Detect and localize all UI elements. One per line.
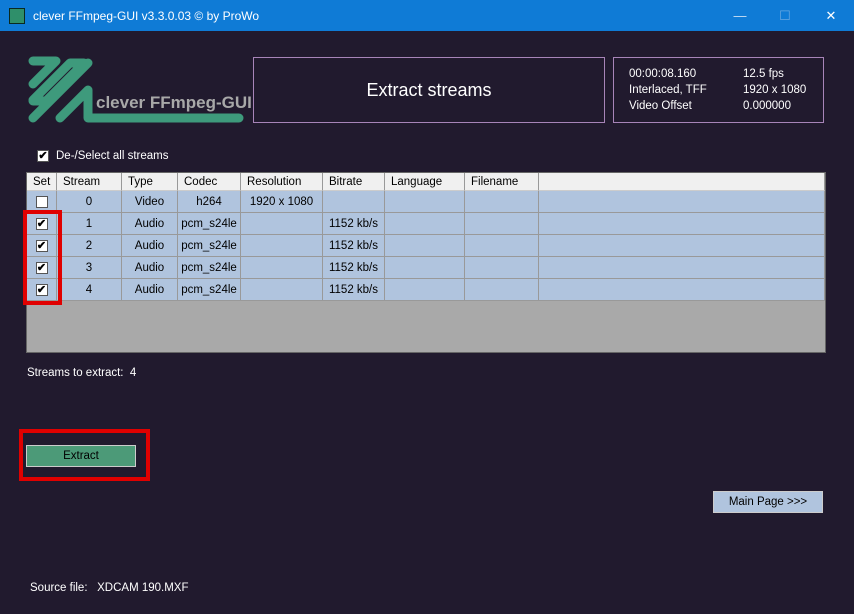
stream-cell: 2 (57, 235, 122, 257)
duration: 00:00:08.160 (629, 68, 697, 80)
select-all-label: De-/Select all streams (56, 150, 169, 162)
type-cell: Video (122, 191, 178, 213)
column-header-filler (539, 173, 825, 191)
table-row[interactable]: ✔ 4 Audio pcm_s24le 1152 kb/s (27, 279, 825, 301)
highlight-checkboxes (23, 210, 62, 305)
column-header-stream[interactable]: Stream (57, 173, 122, 191)
checkbox[interactable]: ✔ (37, 150, 49, 162)
bitrate-cell: 1152 kb/s (323, 279, 385, 301)
type-cell: Audio (122, 257, 178, 279)
offset-value: 0.000000 (743, 100, 791, 112)
resolution-cell (241, 257, 323, 279)
codec-cell: pcm_s24le (178, 279, 241, 301)
ffmpeg-logo (28, 56, 244, 123)
filename-cell (465, 279, 539, 301)
title-bar: clever FFmpeg-GUI v3.3.0.03 © by ProWo —… (0, 0, 854, 31)
type-cell: Audio (122, 235, 178, 257)
resolution-cell (241, 279, 323, 301)
filename-cell (465, 191, 539, 213)
bitrate-cell (323, 191, 385, 213)
filler-cell (539, 191, 825, 213)
scan-type: Interlaced, TFF (629, 84, 707, 96)
language-cell (385, 235, 465, 257)
codec-cell: h264 (178, 191, 241, 213)
offset-label: Video Offset (629, 100, 692, 112)
codec-cell: pcm_s24le (178, 213, 241, 235)
stream-cell: 0 (57, 191, 122, 213)
filler-cell (539, 213, 825, 235)
bitrate-cell: 1152 kb/s (323, 235, 385, 257)
page-title: Extract streams (253, 57, 605, 123)
language-cell (385, 213, 465, 235)
resolution: 1920 x 1080 (743, 84, 807, 96)
streams-table: Set Stream Type Codec Resolution Bitrate Langu… (26, 172, 826, 353)
column-header-codec[interactable]: Codec (178, 173, 241, 191)
minimize-button[interactable]: — (717, 0, 763, 31)
stream-checkbox[interactable] (35, 195, 48, 208)
resolution-cell (241, 213, 323, 235)
table-row[interactable]: ✔ 2 Audio pcm_s24le 1152 kb/s (27, 235, 825, 257)
language-cell (385, 257, 465, 279)
source-value: XDCAM 190.MXF (97, 582, 189, 594)
status-count: 4 (129, 367, 137, 379)
maximize-button[interactable]: ☐ (762, 0, 808, 31)
filename-cell (465, 257, 539, 279)
video-info-panel: 00:00:08.160 12.5 fps Interlaced, TFF 19… (613, 57, 824, 123)
resolution-cell (241, 235, 323, 257)
column-header-language[interactable]: Language (385, 173, 465, 191)
language-cell (385, 191, 465, 213)
column-header-set[interactable]: Set (27, 173, 57, 191)
bitrate-cell: 1152 kb/s (323, 213, 385, 235)
app-icon (9, 7, 25, 24)
column-header-type[interactable]: Type (122, 173, 178, 191)
filler-cell (539, 279, 825, 301)
column-header-bitrate[interactable]: Bitrate (323, 173, 385, 191)
filename-cell (465, 213, 539, 235)
filler-cell (539, 235, 825, 257)
status-label: Streams to extract: (27, 367, 124, 379)
main-page-button[interactable]: Main Page >>> (713, 491, 823, 513)
column-header-resolution[interactable]: Resolution (241, 173, 323, 191)
source-label: Source file: (30, 582, 88, 594)
source-file: Source file: XDCAM 190.MXF (30, 582, 189, 594)
logo-text: clever FFmpeg-GUI (96, 93, 252, 112)
codec-cell: pcm_s24le (178, 235, 241, 257)
column-header-filename[interactable]: Filename (465, 173, 539, 191)
stream-cell: 1 (57, 213, 122, 235)
window-title: clever FFmpeg-GUI v3.3.0.03 © by ProWo (33, 8, 260, 23)
type-cell: Audio (122, 279, 178, 301)
table-header: Set Stream Type Codec Resolution Bitrate Langu… (27, 173, 825, 191)
streams-to-extract: Streams to extract: 4 (27, 367, 136, 379)
table-row[interactable]: ✔ 1 Audio pcm_s24le 1152 kb/s (27, 213, 825, 235)
resolution-cell: 1920 x 1080 (241, 191, 323, 213)
close-button[interactable]: ✕ (808, 0, 854, 31)
table-row[interactable]: 0 Video h264 1920 x 1080 (27, 191, 825, 213)
language-cell (385, 279, 465, 301)
stream-cell: 4 (57, 279, 122, 301)
table-row[interactable]: ✔ 3 Audio pcm_s24le 1152 kb/s (27, 257, 825, 279)
filler-cell (539, 257, 825, 279)
stream-cell: 3 (57, 257, 122, 279)
select-all-checkbox[interactable]: ✔ De-/Select all streams (37, 150, 168, 162)
filename-cell (465, 235, 539, 257)
bitrate-cell: 1152 kb/s (323, 257, 385, 279)
type-cell: Audio (122, 213, 178, 235)
codec-cell: pcm_s24le (178, 257, 241, 279)
highlight-extract (19, 429, 150, 481)
fps: 12.5 fps (743, 68, 784, 80)
